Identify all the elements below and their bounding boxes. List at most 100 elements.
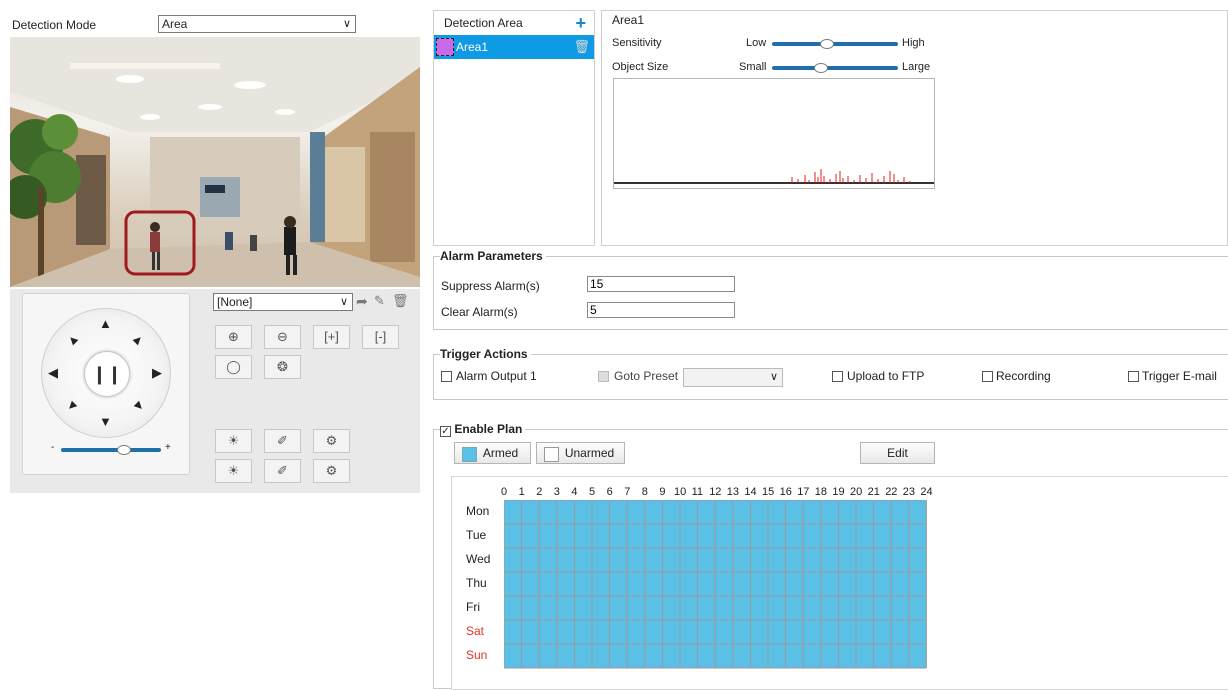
- sensitivity-label: Sensitivity: [612, 37, 662, 49]
- hour-label: 11: [691, 486, 704, 498]
- hour-label: 18: [814, 486, 828, 498]
- heater-on-icon[interactable]: ⚙: [313, 429, 350, 453]
- zoom-in-icon[interactable]: ⊕: [215, 325, 252, 349]
- alarm-parameters-legend: Alarm Parameters: [440, 249, 546, 263]
- hour-label: 15: [762, 486, 775, 498]
- area-list-item[interactable]: Area1 🗑: [434, 35, 594, 59]
- day-label: Fri: [466, 600, 480, 614]
- alarm-output-checkbox[interactable]: [441, 371, 452, 382]
- detection-area-header: Detection Area +: [434, 11, 594, 35]
- iris-close-icon[interactable]: ❂: [264, 355, 301, 379]
- speed-slider-thumb[interactable]: [117, 445, 131, 455]
- hour-label: 21: [867, 486, 880, 498]
- object-size-slider[interactable]: [772, 66, 898, 70]
- edit-preset-icon[interactable]: ✎: [374, 293, 385, 309]
- arrow-up-icon[interactable]: ▲: [99, 317, 112, 330]
- trigger-actions-legend: Trigger Actions: [440, 347, 531, 361]
- sensitivity-high-label: High: [902, 37, 925, 49]
- focus-near-icon[interactable]: [+]: [313, 325, 350, 349]
- day-label: Mon: [466, 504, 490, 518]
- hour-label: 17: [797, 486, 810, 498]
- area-color-swatch: [436, 38, 454, 56]
- light-off-icon[interactable]: ☀: [215, 459, 252, 483]
- video-scene: [10, 37, 420, 287]
- unarmed-swatch: [544, 447, 559, 462]
- unarmed-button[interactable]: Unarmed: [536, 442, 625, 464]
- day-label: Wed: [466, 552, 491, 566]
- hour-label: 4: [571, 486, 578, 498]
- schedule-grid[interactable]: [504, 500, 928, 672]
- clear-alarm-label: Clear Alarm(s): [441, 305, 518, 319]
- sensitivity-slider[interactable]: [772, 42, 898, 46]
- light-on-icon[interactable]: ☀: [215, 429, 252, 453]
- speed-minus-icon: -: [51, 442, 55, 453]
- upload-ftp-label: Upload to FTP: [847, 369, 925, 383]
- armed-button[interactable]: Armed: [454, 442, 531, 464]
- enable-plan-checkbox[interactable]: ✓: [440, 426, 451, 437]
- recording-label: Recording: [996, 369, 1051, 383]
- alarm-parameters-section: Alarm Parameters Suppress Alarm(s) Clear…: [433, 249, 1228, 330]
- live-video[interactable]: [10, 37, 420, 287]
- detection-area-title: Detection Area: [444, 16, 523, 30]
- add-area-icon[interactable]: +: [575, 11, 586, 35]
- arrow-down-right-icon[interactable]: ▼: [129, 396, 149, 416]
- hour-label: 3: [553, 486, 560, 498]
- motion-graph-bars: [791, 169, 911, 183]
- hour-label: 2: [536, 486, 543, 498]
- ptz-joystick[interactable]: ▲ ▼ ◀ ▶ ▲ ▲ ▼ ▼ ❙❙: [41, 308, 171, 438]
- suppress-alarm-input[interactable]: [587, 276, 735, 292]
- area-name: Area1: [456, 40, 489, 54]
- delete-area-icon[interactable]: 🗑: [573, 35, 590, 59]
- goto-preset-checkbox[interactable]: [598, 371, 609, 382]
- hour-label: 7: [624, 486, 631, 498]
- object-size-large-label: Large: [902, 61, 931, 73]
- hour-label: 14: [744, 486, 757, 498]
- detection-mode-select[interactable]: Area ∨: [158, 15, 356, 33]
- recording-checkbox[interactable]: [982, 371, 993, 382]
- goto-preset-select[interactable]: ∨: [683, 368, 783, 387]
- arrow-right-icon[interactable]: ▶: [152, 366, 162, 379]
- trigger-email-label: Trigger E-mail: [1142, 369, 1217, 383]
- iris-open-icon[interactable]: ◯: [215, 355, 252, 379]
- hour-label: 8: [641, 486, 648, 498]
- day-label: Sun: [466, 648, 488, 662]
- speed-slider[interactable]: [61, 448, 161, 452]
- zoom-out-icon[interactable]: ⊖: [264, 325, 301, 349]
- detection-area-list: Detection Area + Area1 🗑: [433, 10, 595, 246]
- trigger-email-checkbox[interactable]: [1128, 371, 1139, 382]
- chevron-down-icon: ∨: [342, 18, 351, 30]
- hour-label: 20: [850, 486, 863, 498]
- delete-preset-icon[interactable]: 🗑: [392, 293, 409, 309]
- hour-label: 23: [902, 486, 916, 498]
- upload-ftp-checkbox[interactable]: [832, 371, 843, 382]
- heater-off-icon[interactable]: ⚙: [313, 459, 350, 483]
- arrow-down-left-icon[interactable]: ▼: [63, 396, 83, 416]
- speed-plus-icon: +: [165, 442, 171, 453]
- arrow-up-left-icon[interactable]: ▲: [63, 330, 83, 350]
- sensitivity-low-label: Low: [746, 37, 767, 49]
- detection-mode-label: Detection Mode: [12, 18, 97, 32]
- object-size-slider-thumb[interactable]: [814, 63, 828, 73]
- sensitivity-slider-thumb[interactable]: [820, 39, 834, 49]
- wiper-on-icon[interactable]: ✐: [264, 429, 301, 453]
- wiper-off-icon[interactable]: ✐: [264, 459, 301, 483]
- edit-button[interactable]: Edit: [860, 442, 935, 464]
- clear-alarm-input[interactable]: [587, 302, 735, 318]
- hour-label: 1: [518, 486, 525, 498]
- day-label: Sat: [466, 624, 485, 638]
- preset-value: [None]: [217, 295, 253, 309]
- hour-label: 10: [674, 486, 687, 498]
- suppress-alarm-label: Suppress Alarm(s): [441, 279, 540, 293]
- pause-icon[interactable]: ❙❙: [84, 351, 130, 397]
- arrow-up-right-icon[interactable]: ▲: [129, 330, 149, 350]
- hour-label: 24: [920, 486, 933, 498]
- arrow-down-icon[interactable]: ▼: [99, 415, 112, 428]
- preset-select[interactable]: [None] ∨: [213, 293, 353, 311]
- focus-far-icon[interactable]: [-]: [362, 325, 399, 349]
- hour-label: 16: [779, 486, 792, 498]
- armed-swatch: [462, 447, 477, 462]
- goto-preset-icon[interactable]: ➦: [356, 293, 368, 310]
- arrow-left-icon[interactable]: ◀: [48, 366, 58, 379]
- chevron-down-icon: ∨: [339, 296, 348, 308]
- goto-preset-label: Goto Preset: [614, 369, 679, 383]
